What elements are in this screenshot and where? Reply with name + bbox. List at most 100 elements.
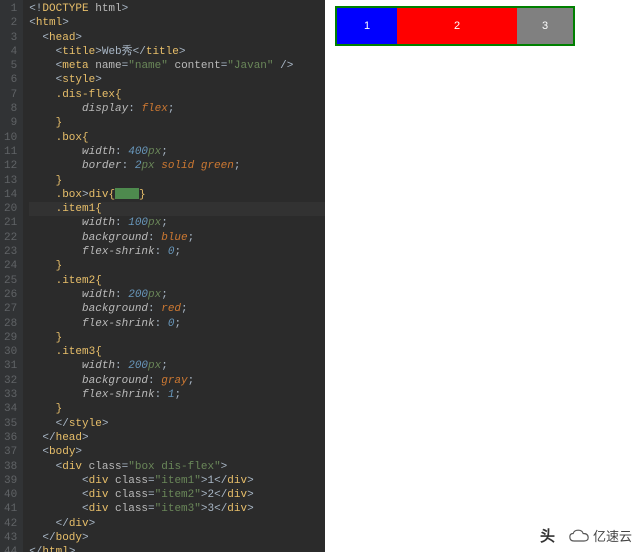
code-token: ; <box>174 246 181 258</box>
code-line[interactable]: <head> <box>29 31 325 45</box>
code-token <box>29 246 82 258</box>
code-line[interactable]: border: 2px solid green; <box>29 159 325 173</box>
code-token <box>29 189 55 201</box>
code-line[interactable]: width: 200px; <box>29 288 325 302</box>
code-line[interactable]: } <box>29 174 325 188</box>
code-line[interactable]: .box>div{} <box>29 188 325 202</box>
code-line[interactable]: </div> <box>29 517 325 531</box>
code-token: </ <box>29 546 42 552</box>
cloud-icon <box>569 529 589 543</box>
code-line[interactable]: } <box>29 259 325 273</box>
code-token: div <box>89 503 115 515</box>
code-token <box>29 60 55 72</box>
code-editor-pane[interactable]: 1234567891011121314202122232425262728293… <box>0 0 325 552</box>
code-token: > <box>221 461 228 473</box>
code-token: > <box>247 503 254 515</box>
code-token: ; <box>181 303 188 315</box>
code-line[interactable]: flex-shrink: 0; <box>29 245 325 259</box>
line-number: 14 <box>4 188 17 202</box>
code-line[interactable]: background: gray; <box>29 374 325 388</box>
code-token: width <box>82 146 115 158</box>
code-token: > <box>82 189 89 201</box>
code-token: .box <box>56 189 82 201</box>
code-line[interactable]: width: 200px; <box>29 359 325 373</box>
code-line[interactable]: .item1{ <box>29 202 325 216</box>
code-line[interactable]: <meta name="name" content="Javan" /> <box>29 59 325 73</box>
line-number: 23 <box>4 245 17 259</box>
code-token: } <box>56 117 63 129</box>
code-line[interactable]: .item2{ <box>29 274 325 288</box>
line-number: 32 <box>4 374 17 388</box>
code-line[interactable]: </head> <box>29 431 325 445</box>
code-token: .dis-flex <box>56 89 115 101</box>
code-token <box>29 74 55 86</box>
code-line[interactable]: flex-shrink: 0; <box>29 317 325 331</box>
code-token <box>29 375 82 387</box>
line-number: 43 <box>4 531 17 545</box>
code-line[interactable]: } <box>29 331 325 345</box>
code-token <box>29 217 82 229</box>
line-number: 24 <box>4 259 17 273</box>
app-layout: 1234567891011121314202122232425262728293… <box>0 0 640 552</box>
code-token: } <box>56 332 63 344</box>
code-token: blue <box>161 232 187 244</box>
code-line[interactable]: flex-shrink: 1; <box>29 388 325 402</box>
code-token: width <box>82 217 115 229</box>
line-number: 3 <box>4 31 17 45</box>
code-line[interactable]: <div class="item3">3</div> <box>29 502 325 516</box>
code-token: flex-shrink <box>82 246 155 258</box>
line-number: 29 <box>4 331 17 345</box>
code-token: px <box>148 146 161 158</box>
code-line[interactable]: <!DOCTYPE html> <box>29 2 325 16</box>
code-token: /> <box>280 60 293 72</box>
code-line[interactable]: <html> <box>29 16 325 30</box>
code-token: { <box>95 275 102 287</box>
code-line[interactable]: .box{ <box>29 131 325 145</box>
code-line[interactable]: } <box>29 402 325 416</box>
flex-item-3: 3 <box>517 8 573 44</box>
code-line[interactable]: <div class="item1">1</div> <box>29 474 325 488</box>
code-token <box>29 203 55 215</box>
code-token: ; <box>234 160 241 172</box>
code-line[interactable]: </body> <box>29 531 325 545</box>
code-token: ; <box>161 146 168 158</box>
code-line[interactable]: .item3{ <box>29 345 325 359</box>
code-token: width <box>82 289 115 301</box>
code-token: </ <box>214 489 227 501</box>
code-line[interactable]: .dis-flex{ <box>29 88 325 102</box>
code-token: : <box>155 318 168 330</box>
code-token: green <box>201 160 234 172</box>
code-line[interactable]: background: red; <box>29 302 325 316</box>
code-line[interactable]: </style> <box>29 417 325 431</box>
code-line[interactable]: <div class="item2">2</div> <box>29 488 325 502</box>
code-token <box>29 103 82 115</box>
code-line[interactable]: } <box>29 116 325 130</box>
code-line[interactable]: <body> <box>29 445 325 459</box>
code-token <box>29 475 82 487</box>
code-token <box>29 332 55 344</box>
code-line[interactable]: width: 400px; <box>29 145 325 159</box>
code-token: : <box>155 389 168 401</box>
code-token: : <box>155 246 168 258</box>
code-token: ; <box>161 360 168 372</box>
code-token <box>29 389 82 401</box>
code-token: < <box>82 489 89 501</box>
code-token: background <box>82 303 148 315</box>
code-line[interactable]: <div class="box dis-flex"> <box>29 460 325 474</box>
code-token: "Javan" <box>227 60 280 72</box>
folded-region-marker[interactable] <box>115 188 139 199</box>
code-line[interactable]: <title>Web秀</title> <box>29 45 325 59</box>
code-line[interactable]: background: blue; <box>29 231 325 245</box>
code-area[interactable]: <!DOCTYPE html><html> <head> <title>Web秀… <box>23 0 325 552</box>
code-line[interactable]: width: 100px; <box>29 216 325 230</box>
code-line[interactable]: <style> <box>29 73 325 87</box>
line-number: 1 <box>4 2 17 16</box>
code-token: flex <box>141 103 167 115</box>
line-number: 35 <box>4 417 17 431</box>
code-token: < <box>29 17 36 29</box>
code-line[interactable]: display: flex; <box>29 102 325 116</box>
code-token: </ <box>214 475 227 487</box>
code-line[interactable]: </html> <box>29 545 325 552</box>
code-token: 200 <box>128 360 148 372</box>
line-number: 10 <box>4 131 17 145</box>
